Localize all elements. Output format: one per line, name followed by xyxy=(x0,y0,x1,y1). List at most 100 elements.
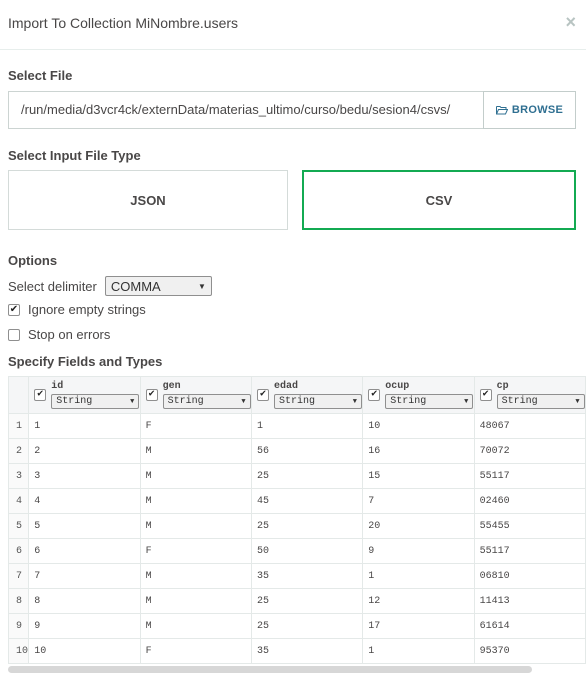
column-checkbox[interactable]: ✔ xyxy=(256,389,269,401)
checkmark-icon: ✔ xyxy=(9,303,19,315)
checkmark-icon: ✔ xyxy=(371,389,378,400)
table-row: 9 9 M 25 17 61614 xyxy=(8,613,586,639)
table-cell: 45 xyxy=(250,488,364,514)
table-row: 7 7 M 35 1 06810 xyxy=(8,563,586,589)
table-cell: 5 xyxy=(28,513,141,539)
table-row: 6 6 F 50 9 55117 xyxy=(8,538,586,564)
checkmark-icon: ✔ xyxy=(37,389,44,400)
delimiter-value: COMMA xyxy=(110,278,161,294)
table-cell: M xyxy=(139,488,252,514)
delimiter-select[interactable]: COMMA ▼ xyxy=(104,276,212,296)
table-cell: 9 xyxy=(28,613,141,639)
file-picker: /run/media/d3vcr4ck/externData/materias_… xyxy=(8,91,576,129)
table-cell: 35 xyxy=(250,563,364,589)
table-cell: M xyxy=(139,588,252,614)
close-icon[interactable]: × xyxy=(565,12,576,33)
json-type-button[interactable]: JSON xyxy=(8,170,288,230)
dropdown-arrow-icon: ▼ xyxy=(464,397,469,406)
row-number: 9 xyxy=(8,613,30,639)
table-cell: 7 xyxy=(362,488,475,514)
table-cell: 55117 xyxy=(473,463,586,489)
row-number: 2 xyxy=(8,438,30,464)
checkmark-icon: ✔ xyxy=(482,389,489,400)
table-cell: 1 xyxy=(28,413,141,439)
stop-on-errors-checkbox[interactable] xyxy=(8,328,20,341)
table-row: 2 2 M 56 16 70072 xyxy=(8,438,586,464)
table-cell: 06810 xyxy=(473,563,586,589)
table-cell: 6 xyxy=(28,538,141,564)
column-type-select[interactable]: String ▼ xyxy=(496,394,585,409)
table-row: 3 3 M 25 15 55117 xyxy=(8,463,586,489)
table-cell: 48067 xyxy=(473,413,586,439)
column-name: cp xyxy=(496,381,509,392)
column-header-ocup: ✔ ocup String ▼ xyxy=(362,376,475,414)
table-cell: 02460 xyxy=(473,488,586,514)
table-cell: 9 xyxy=(362,538,475,564)
file-path-input[interactable]: /run/media/d3vcr4ck/externData/materias_… xyxy=(8,91,483,129)
table-cell: F xyxy=(139,413,252,439)
column-checkbox[interactable]: ✔ xyxy=(145,389,158,401)
table-cell: 25 xyxy=(250,588,364,614)
column-checkbox[interactable]: ✔ xyxy=(34,389,47,401)
column-type-select[interactable]: String ▼ xyxy=(385,394,474,409)
delimiter-row: Select delimiter COMMA ▼ xyxy=(8,276,212,296)
delimiter-label: Select delimiter xyxy=(8,278,97,294)
horizontal-scrollbar[interactable] xyxy=(8,666,532,673)
table-row: 4 4 M 45 7 02460 xyxy=(8,488,586,514)
column-type-select[interactable]: String ▼ xyxy=(162,394,251,409)
ignore-empty-checkbox[interactable]: ✔ xyxy=(8,303,20,316)
stop-on-errors-label: Stop on errors xyxy=(28,327,111,342)
column-type-select[interactable]: String ▼ xyxy=(51,394,140,409)
browse-button[interactable]: BROWSE xyxy=(483,91,576,129)
column-type-value: String xyxy=(501,396,538,407)
column-type-value: String xyxy=(390,396,427,407)
options-label: Options xyxy=(8,253,58,268)
table-header-row: ✔ id String ▼ ✔ gen String ▼ ✔ edad String… xyxy=(8,376,586,414)
column-header-gen: ✔ gen String ▼ xyxy=(139,376,252,414)
dropdown-arrow-icon: ▼ xyxy=(575,397,580,406)
table-cell: 11413 xyxy=(473,588,586,614)
row-number-header xyxy=(8,376,30,414)
column-type-select[interactable]: String ▼ xyxy=(273,394,362,409)
table-cell: 2 xyxy=(28,438,141,464)
column-name: id xyxy=(51,381,64,392)
stop-on-errors-row: Stop on errors xyxy=(8,327,110,342)
table-cell: 25 xyxy=(250,463,364,489)
modal-header: Import To Collection MiNombre.users × xyxy=(0,0,586,50)
column-type-value: String xyxy=(167,396,204,407)
browse-label: BROWSE xyxy=(511,104,564,116)
column-name: edad xyxy=(273,381,298,392)
table-cell: 25 xyxy=(250,613,364,639)
row-number: 6 xyxy=(8,538,30,564)
row-number: 8 xyxy=(8,588,30,614)
column-checkbox[interactable]: ✔ xyxy=(479,389,492,401)
csv-type-button[interactable]: CSV xyxy=(302,170,576,230)
row-number: 1 xyxy=(8,413,30,439)
table-cell: F xyxy=(139,538,252,564)
column-header-cp: ✔ cp String ▼ xyxy=(473,376,586,414)
column-checkbox[interactable]: ✔ xyxy=(368,389,381,401)
fields-table: ✔ id String ▼ ✔ gen String ▼ ✔ edad String… xyxy=(8,376,586,664)
row-number: 3 xyxy=(8,463,30,489)
table-cell: M xyxy=(139,513,252,539)
table-cell: M xyxy=(139,613,252,639)
select-file-label: Select File xyxy=(8,68,73,83)
table-body: 1 1 F 1 10 48067 2 2 M 56 16 70072 3 3 M 25 15 55117 4 4… xyxy=(8,413,586,664)
table-cell: M xyxy=(139,438,252,464)
fields-label: Specify Fields and Types xyxy=(8,354,163,369)
row-number: 10 xyxy=(8,638,30,664)
dropdown-arrow-icon: ▼ xyxy=(130,397,135,406)
table-cell: 35 xyxy=(250,638,364,664)
row-number: 4 xyxy=(8,488,30,514)
file-type-label: Select Input File Type xyxy=(8,148,141,163)
ignore-empty-label: Ignore empty strings xyxy=(28,302,146,317)
ignore-empty-row: ✔ Ignore empty strings xyxy=(8,302,146,317)
table-cell: 10 xyxy=(28,638,141,664)
dropdown-arrow-icon: ▼ xyxy=(241,397,246,406)
column-header-edad: ✔ edad String ▼ xyxy=(250,376,364,414)
table-cell: 50 xyxy=(250,538,364,564)
folder-open-icon xyxy=(495,106,508,115)
column-name: gen xyxy=(162,381,181,392)
table-row: 1 1 F 1 10 48067 xyxy=(8,413,586,439)
dropdown-arrow-icon: ▼ xyxy=(352,397,357,406)
